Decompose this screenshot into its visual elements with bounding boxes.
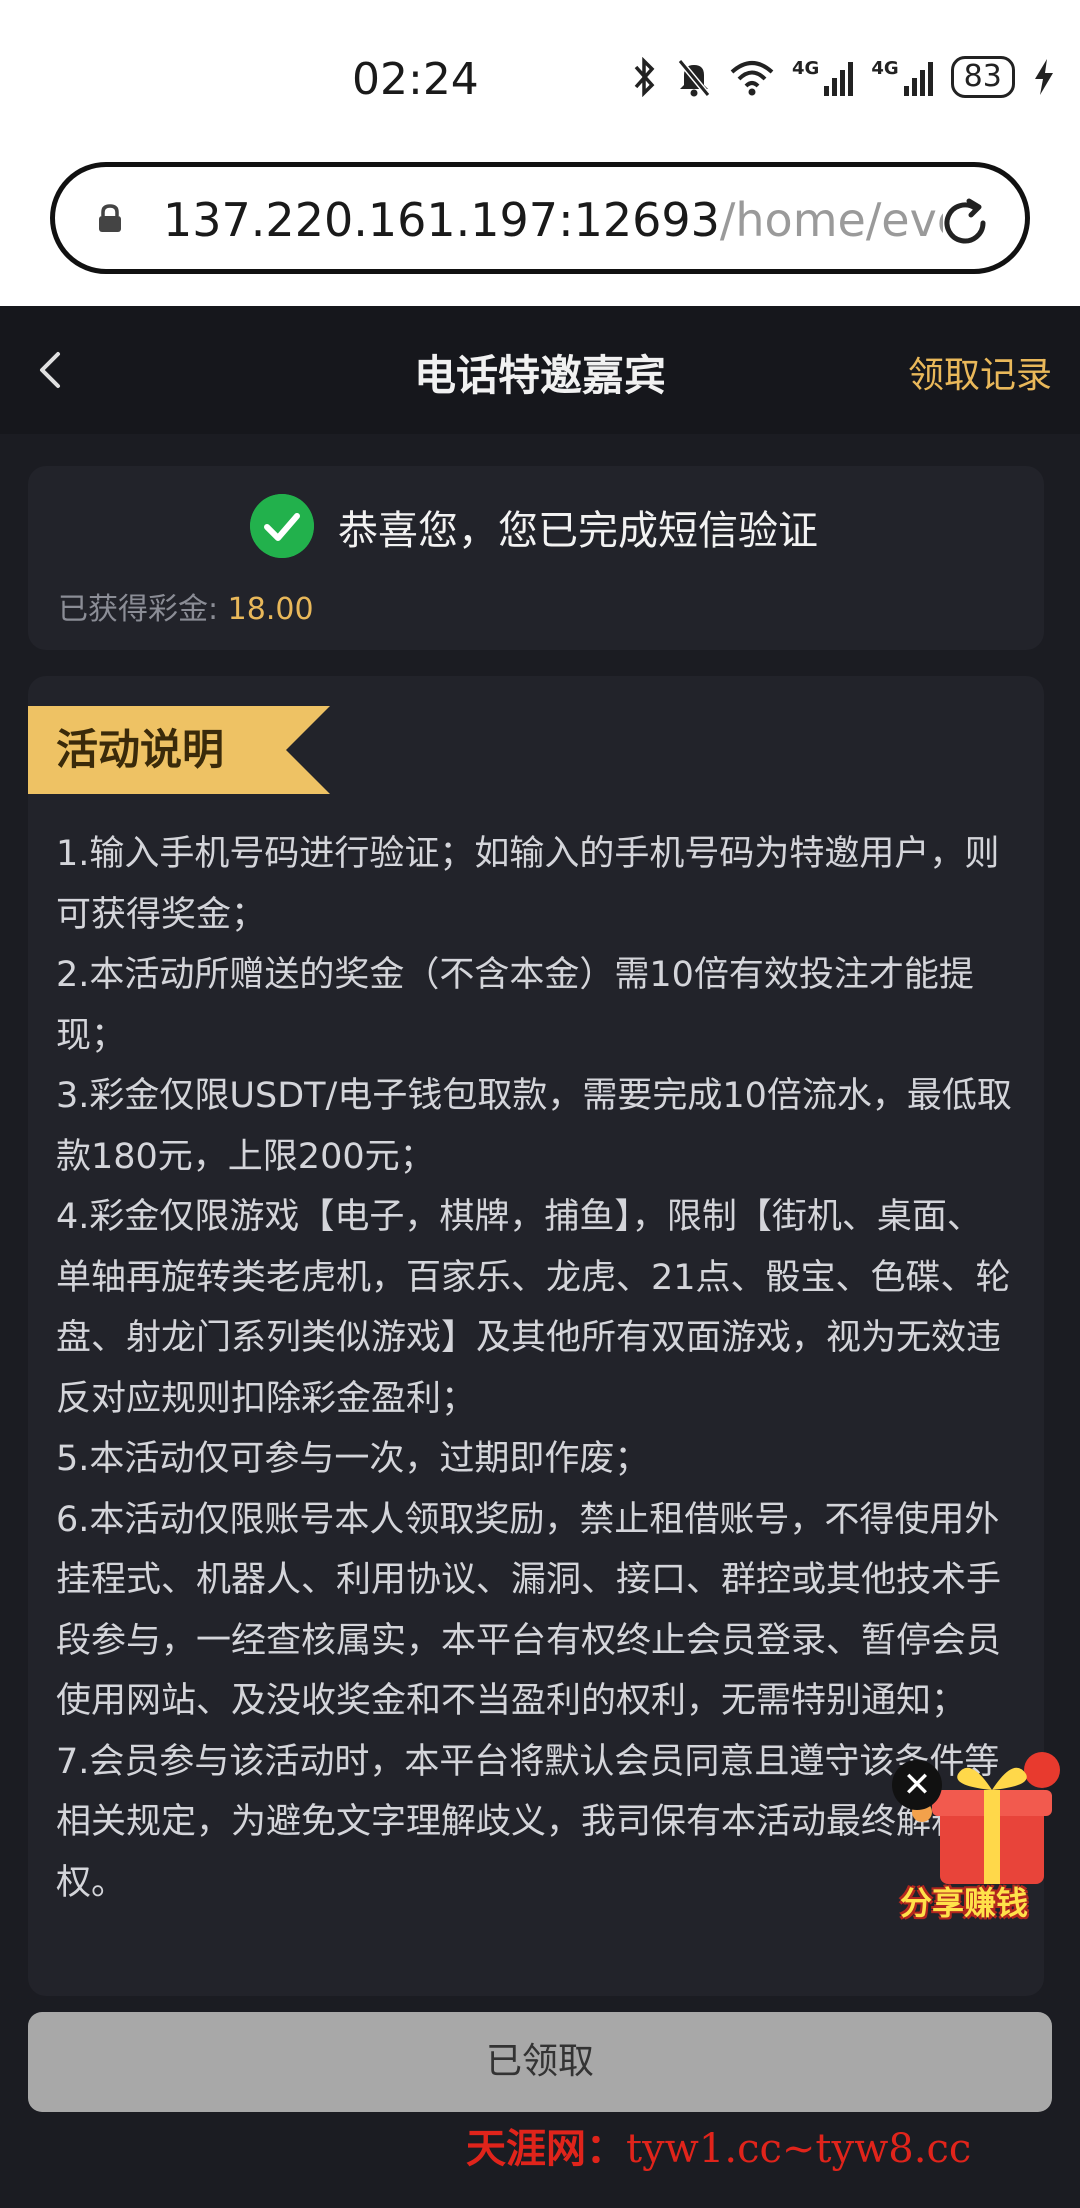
url-path: /home/eve [719,193,943,247]
rule-item: 5.本活动仅可参与一次，过期即作废； [56,1439,650,1479]
watermark: 天涯网：tyw1.cc~tyw8.cc [466,2116,971,2174]
rule-item: 2.本活动所赠送的奖金（不含本金）需10倍有效投注才能提现； [56,955,974,1056]
share-close-button[interactable]: ✕ [892,1760,942,1810]
rule-item: 3.彩金仅限USDT/电子钱包取款，需要完成10倍流水，最低取款180元，上限2… [56,1076,1012,1177]
earned-label: 已获得彩金: [58,592,219,627]
rule-item: 1.输入手机号码进行验证；如输入的手机号码为特邀用户，则可获得奖金； [56,834,1000,935]
check-circle-icon [250,494,314,558]
watermark-brand: 天涯网： [466,2125,626,2172]
page-header: 电话特邀嘉宾 领取记录 [0,306,1080,434]
clock: 02:24 [352,54,479,105]
wifi-icon [730,61,774,96]
address-bar[interactable]: 137.220.161.197:12693/home/eve [50,162,1030,274]
claim-records-link[interactable]: 领取记录 [908,346,1052,398]
browser-toolbar: 137.220.161.197:12693/home/eve [0,160,1080,306]
verification-result-card: 恭喜您，您已完成短信验证 已获得彩金: 18.00 [28,466,1044,650]
cell-signal-1-icon: 4G [792,58,854,96]
share-label: 分享赚钱 [900,1884,1029,1922]
charging-icon [1034,59,1053,95]
rule-item: 4.彩金仅限游戏【电子，棋牌，捕鱼】，限制【街机、桌面、单轴再旋转类老虎机，百家… [56,1197,1011,1419]
mute-bell-icon [677,59,711,97]
url-text[interactable]: 137.220.161.197:12693/home/eve [163,193,943,247]
earned-bonus: 已获得彩金: 18.00 [58,584,314,628]
reload-icon[interactable] [935,193,995,253]
rules-list: 1.输入手机号码进行验证；如输入的手机号码为特邀用户，则可获得奖金； 2.本活动… [56,824,1016,1913]
status-bar: 02:24 4G 4G 83 [0,0,1080,160]
earned-amount: 18.00 [227,592,314,627]
rules-title: 活动说明 [56,725,225,774]
share-earn-widget[interactable]: ✕ 分享赚钱 [892,1752,1080,1930]
rule-item: 7.会员参与该活动时，本平台将默认会员同意且遵守该条件等相关规定，为避免文字理解… [56,1741,1000,1903]
watermark-site: tyw1.cc~tyw8.cc [626,2126,972,2172]
url-host: 137.220.161.197:12693 [163,193,720,247]
status-icons: 4G 4G 83 [632,56,1055,98]
success-message: 恭喜您，您已完成短信验证 [338,508,818,554]
cell-signal-2-icon: 4G [871,58,933,96]
battery-level: 83 [950,56,1015,98]
claimed-button[interactable]: 已领取 [28,2012,1052,2112]
bluetooth-icon [634,57,655,97]
rule-item: 6.本活动仅限账号本人领取奖励，禁止租借账号，不得使用外挂程式、机器人、利用协议… [56,1499,1002,1722]
lock-icon [99,204,121,232]
